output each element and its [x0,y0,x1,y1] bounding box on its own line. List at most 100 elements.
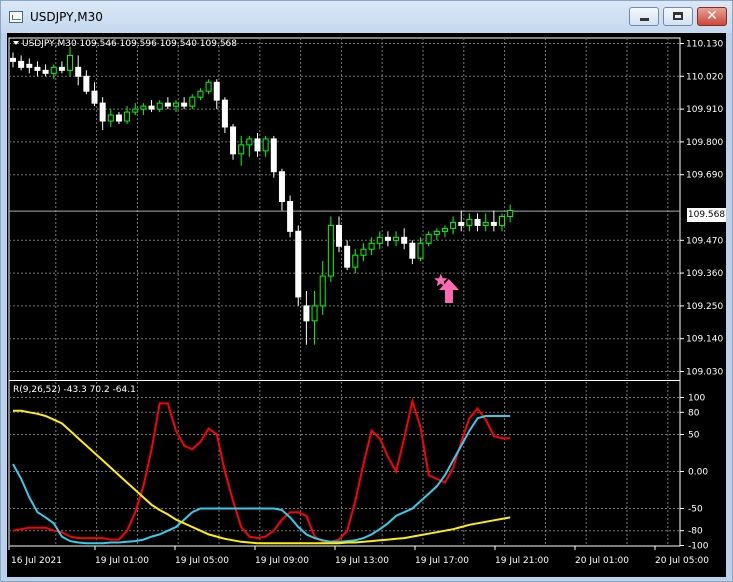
candle-body [181,102,188,107]
candle-body [67,54,74,71]
candle-body [221,99,228,128]
candle-body [319,275,326,307]
price-axis-label: 109.470 [686,236,723,246]
chart-window: USDJPY,M30 ✕ 110.130 110.020 109.910 109.80… [0,0,733,582]
candle-body [50,66,57,74]
candle-body [91,90,98,104]
candle-body [499,215,505,226]
indicator-axis-label: 100 [688,394,705,404]
indicator-line-r52 [13,409,511,545]
candle-body [173,102,179,107]
time-axis-label: 20 Jul 05:00 [655,556,709,566]
chart-window-icon[interactable] [9,11,23,23]
candle-body [384,236,391,241]
candle-body [34,66,41,71]
candle-body [58,66,65,71]
candle-body [466,218,473,226]
candle-body [213,81,220,101]
symbol-info-text: USDJPY,M30 109.546 109.596 109.540 109.5… [22,39,237,49]
indicator-line-r26 [12,415,511,545]
candle-body [482,221,489,226]
indicator-axis-label: -50 [688,505,703,515]
price-axis-label: 109.360 [686,269,723,279]
title-bar[interactable]: USDJPY,M30 ✕ [1,1,732,33]
price-axis-label: 109.800 [686,138,723,148]
candle-body [352,254,359,268]
candle-body [262,138,269,152]
candle-body [132,108,139,113]
candle-body [393,236,400,241]
candle-body [360,248,367,256]
candle-body [336,224,342,247]
candle-body [401,236,408,244]
price-axis-label: 109.250 [686,302,723,312]
indicator-axis-label: 0.00 [688,468,708,478]
time-axis-label: 19 Jul 13:00 [335,556,389,566]
indicator-axis-label: 50 [688,431,700,441]
candle-body [458,221,465,226]
candle-body [124,111,131,122]
time-axis-label: 19 Jul 01:00 [95,556,149,566]
candle-body [433,230,440,235]
close-button[interactable]: ✕ [697,7,727,26]
price-axis-label: 109.140 [686,335,723,345]
candle-body [26,63,33,68]
candle-body [450,221,457,229]
candle-body [10,57,16,62]
candle-body [270,138,277,173]
price-axis-label: 109.910 [686,105,723,115]
candle-body [287,201,294,232]
restore-button[interactable] [663,7,693,26]
candle-body [327,224,334,277]
indicator-axis-label: 80 [688,408,700,418]
candle-body [230,126,237,155]
window-title: USDJPY,M30 [30,10,103,24]
price-axis-label: 109.030 [686,368,723,378]
candle-body [246,138,253,146]
candle-body [376,236,383,244]
chart-frame [8,37,681,547]
chart-canvas[interactable]: 110.130 110.020 109.910 109.800 109.690 109.4… [7,33,726,577]
candle-body [425,233,432,244]
candle-body [75,66,82,77]
price-axis-label: 110.020 [686,72,723,82]
candle-body [311,305,318,322]
candle-body [417,242,424,259]
restore-icon [673,12,683,20]
candle-body [205,81,212,92]
indicator-axis-label: -80 [688,527,703,537]
candle-body [197,90,204,98]
candle-body [83,75,90,92]
candle-body [507,209,514,217]
candle-body [107,114,114,122]
candle-body [368,242,375,250]
candle-body [156,102,163,110]
time-axis-label: 19 Jul 05:00 [175,556,229,566]
time-axis-label: 19 Jul 21:00 [495,556,549,566]
time-axis-label: 19 Jul 09:00 [255,556,309,566]
candle-body [441,227,448,232]
chart-area[interactable]: 110.130 110.020 109.910 109.800 109.690 109.4… [7,33,726,577]
candle-body [344,245,351,268]
minimize-button[interactable] [629,7,659,26]
candle-body [99,102,106,122]
candle-body [164,102,171,107]
candle-body [295,230,302,298]
candle-body [148,105,155,110]
time-axis-label: 16 Jul 2021 [11,556,62,566]
candle-body [42,69,49,74]
candle-body [303,305,310,322]
candle-body [140,105,147,110]
price-axis-label: 109.690 [686,171,723,181]
close-icon: ✕ [706,8,718,24]
candle-body [474,218,481,226]
indicator-axis-label: -100 [688,542,709,552]
candle-body [115,114,122,122]
candle-body [254,138,261,152]
time-axis-label: 19 Jul 17:00 [415,556,469,566]
candle-body [189,96,196,107]
candle-body [18,60,25,68]
time-axis-label: 20 Jul 01:00 [575,556,629,566]
candle-body [490,221,497,226]
current-price-tag: 109.568 [687,208,726,222]
